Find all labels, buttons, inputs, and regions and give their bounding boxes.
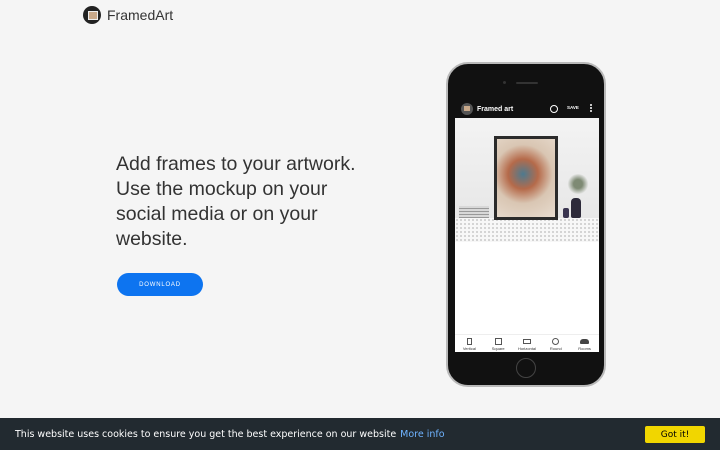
phone-speaker bbox=[516, 82, 538, 84]
brand-logo[interactable]: FramedArt bbox=[83, 6, 173, 24]
vertical-frame-icon bbox=[466, 338, 472, 345]
hero-line-3: social media or on your bbox=[116, 203, 318, 225]
cookie-accept-button[interactable]: Got it! bbox=[645, 426, 705, 443]
mockup-books bbox=[459, 206, 489, 218]
framed-artwork bbox=[494, 136, 558, 220]
nav-vertical: Vertical bbox=[455, 335, 483, 352]
brand-name: FramedArt bbox=[107, 7, 174, 23]
hero-headline: Add frames to your artwork. Use the mock… bbox=[116, 152, 386, 252]
artwork-mockup-image bbox=[455, 118, 599, 242]
more-vert-icon bbox=[590, 104, 592, 113]
mockup-plant bbox=[567, 174, 589, 194]
nav-horizontal: Horizontal bbox=[513, 335, 541, 352]
mockup-small-vase bbox=[563, 208, 569, 218]
phone-home-button bbox=[516, 358, 536, 378]
nav-label: Horizontal bbox=[517, 346, 536, 351]
download-button[interactable]: DOWNLOAD bbox=[117, 273, 203, 296]
nav-rooms: Rooms bbox=[571, 335, 599, 352]
app-bottom-nav: Vertical Square Horizontal Round Rooms bbox=[455, 334, 599, 352]
hero-line-2: Use the mockup on your bbox=[116, 178, 328, 200]
app-save-label: SAVE bbox=[567, 105, 579, 110]
cookie-message: This website uses cookies to ensure you … bbox=[15, 428, 397, 440]
hero-line-4: website. bbox=[116, 228, 188, 250]
hero-line-1: Add frames to your artwork. bbox=[116, 153, 356, 175]
app-logo-icon bbox=[461, 103, 473, 115]
nav-label: Square bbox=[491, 346, 505, 351]
phone-screen: Framed art SAVE Vertical Square Horizont… bbox=[455, 100, 599, 352]
phone-mockup: Framed art SAVE Vertical Square Horizont… bbox=[446, 62, 606, 387]
app-title: Framed art bbox=[477, 105, 514, 113]
nav-round: Round bbox=[542, 335, 570, 352]
cookie-more-info-link[interactable]: More info bbox=[400, 429, 444, 440]
horizontal-frame-icon bbox=[522, 339, 531, 344]
nav-label: Rooms bbox=[578, 346, 591, 351]
add-icon bbox=[550, 105, 558, 113]
phone-camera bbox=[503, 81, 506, 84]
mockup-shelf bbox=[455, 218, 599, 242]
sofa-icon bbox=[580, 339, 590, 344]
mockup-vase bbox=[571, 198, 581, 218]
nav-label: Vertical bbox=[462, 346, 476, 351]
nav-label: Round bbox=[549, 346, 562, 351]
square-frame-icon bbox=[494, 338, 502, 345]
app-bar: Framed art SAVE bbox=[455, 100, 599, 118]
nav-square: Square bbox=[484, 335, 512, 352]
round-frame-icon bbox=[552, 338, 560, 345]
framed-art-logo-icon bbox=[83, 6, 101, 24]
cookie-consent-bar: This website uses cookies to ensure you … bbox=[0, 418, 720, 450]
